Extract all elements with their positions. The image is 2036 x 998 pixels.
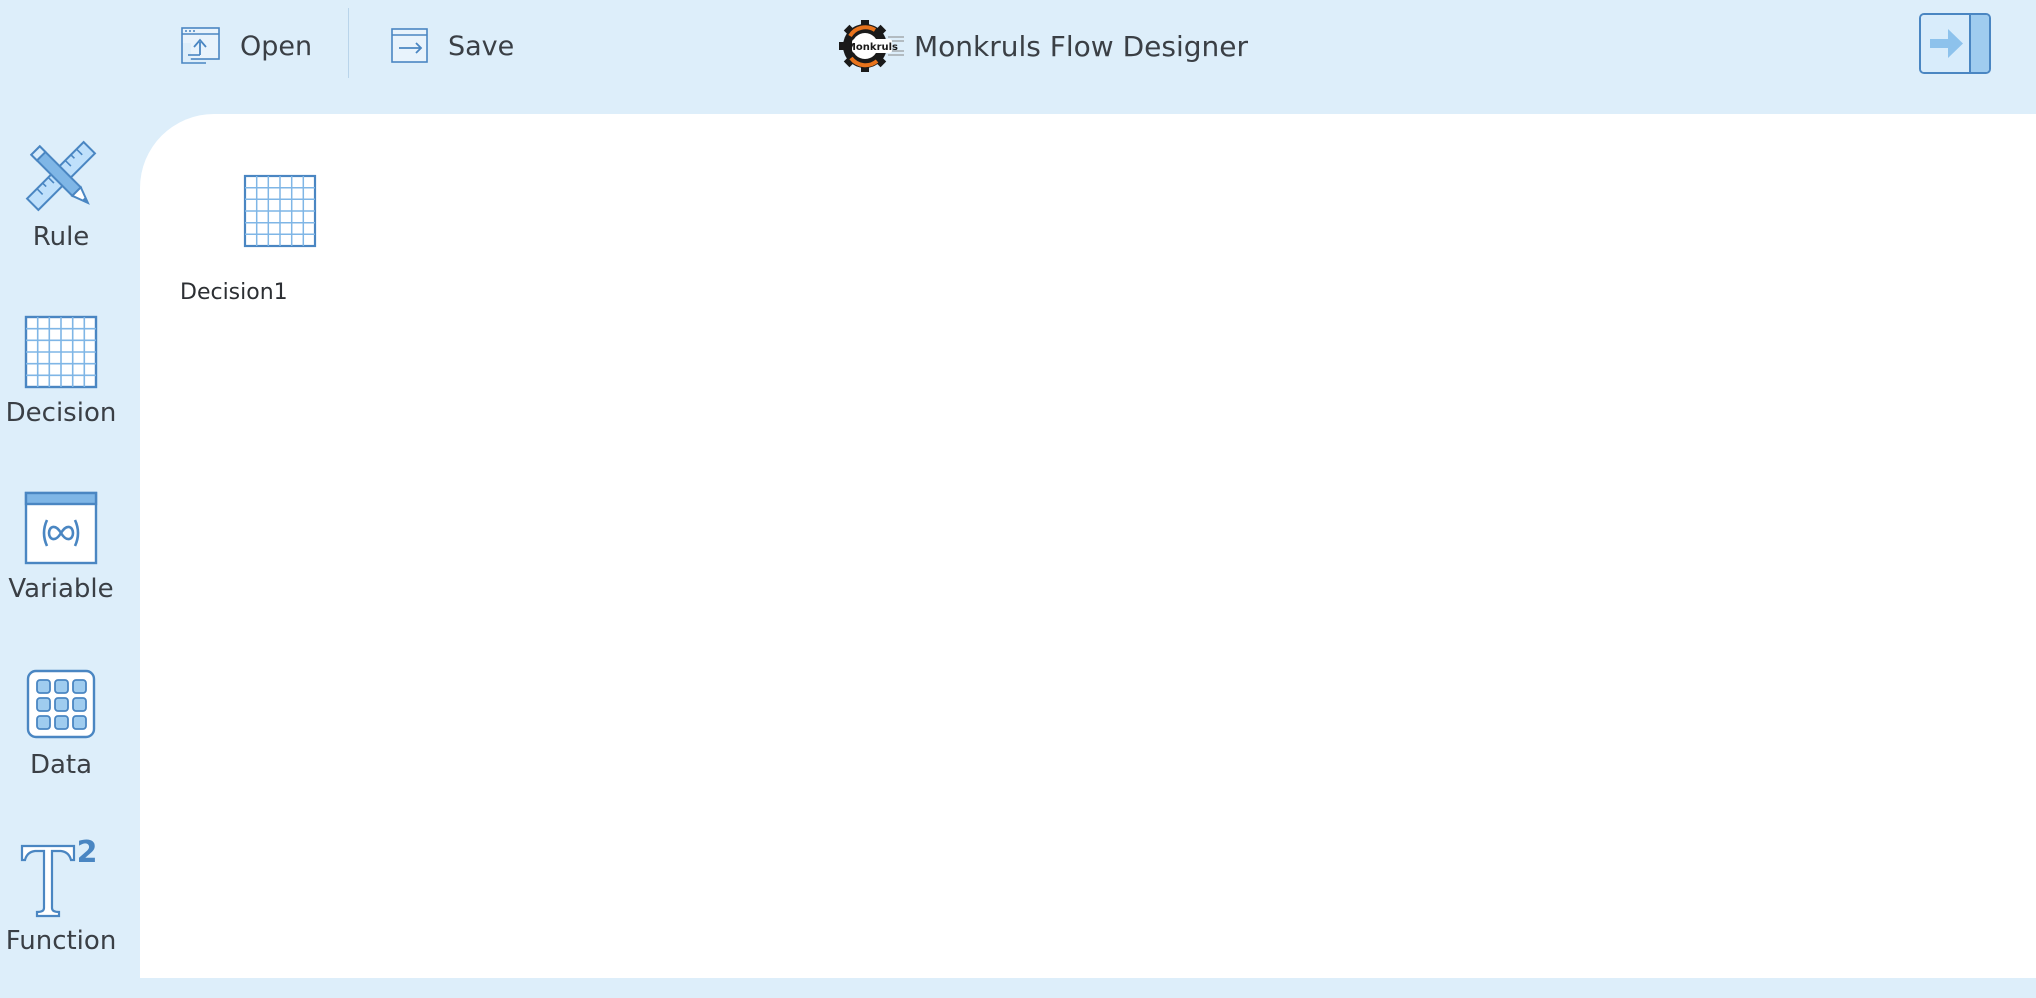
open-file-icon (180, 25, 222, 67)
save-button[interactable]: Save (390, 20, 514, 72)
data-dots-icon (19, 662, 103, 746)
tool-palette: Rule Decision Variable Data 2 Function (0, 114, 140, 978)
function-t-squared-icon: 2 (19, 838, 103, 922)
svg-text:Monkruls: Monkruls (846, 42, 898, 53)
ruler-pencil-icon (19, 134, 103, 218)
tool-function[interactable]: 2 Function (0, 838, 122, 998)
monkruls-logo-icon: Monkruls (838, 18, 906, 74)
open-label: Open (240, 30, 313, 62)
exit-arrow-icon (1921, 15, 1989, 72)
app-title: Monkruls Monkruls Flow Designer (838, 18, 1248, 74)
flow-node-label: Decision1 (180, 280, 288, 305)
app-title-text: Monkruls Flow Designer (914, 29, 1249, 63)
tool-decision-label: Decision (5, 398, 117, 428)
flow-node-decision1[interactable]: Decision1 (180, 174, 340, 324)
tool-data[interactable]: Data (0, 662, 122, 822)
save-label: Save (448, 30, 515, 62)
grid-table-icon (19, 310, 103, 394)
grid-table-icon (243, 174, 317, 248)
toolbar-divider (348, 8, 349, 78)
exit-button[interactable] (1919, 13, 1991, 74)
tool-decision[interactable]: Decision (0, 310, 122, 470)
tool-data-label: Data (29, 750, 93, 780)
flow-canvas[interactable]: Decision1 (140, 114, 2036, 978)
save-icon (390, 27, 430, 65)
top-toolbar: Open Save Monkruls Monkruls Flow Designe… (0, 0, 2036, 114)
svg-text:2: 2 (77, 838, 98, 870)
tool-variable-label: Variable (8, 574, 114, 604)
open-button[interactable]: Open (180, 20, 312, 72)
variable-window-icon (19, 486, 103, 570)
tool-variable[interactable]: Variable (0, 486, 122, 646)
tool-rule[interactable]: Rule (0, 134, 122, 294)
tool-rule-label: Rule (32, 222, 90, 252)
tool-function-label: Function (5, 926, 117, 956)
